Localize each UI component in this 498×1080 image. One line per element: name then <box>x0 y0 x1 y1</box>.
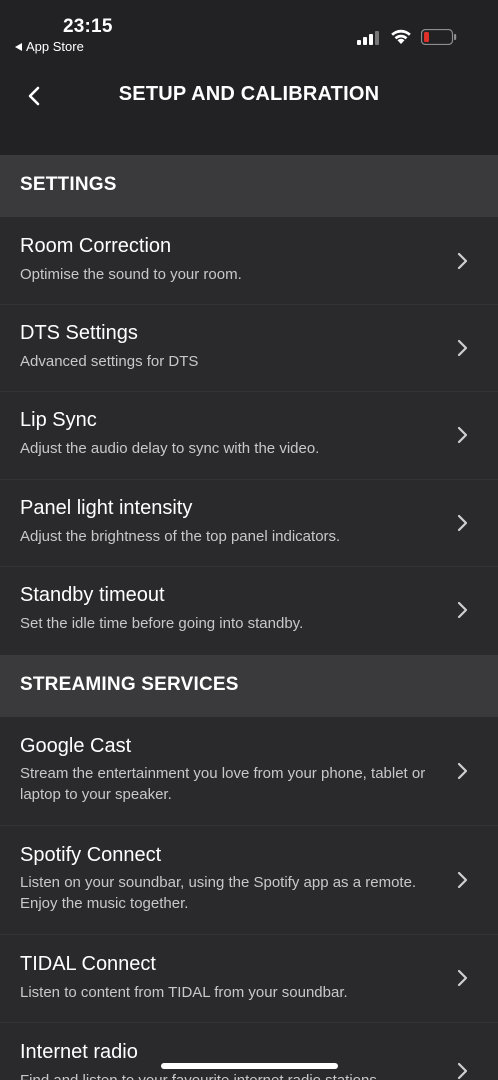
chevron-right-icon <box>457 601 468 619</box>
chevron-right-icon <box>457 871 468 889</box>
status-time: 23:15 <box>63 16 113 37</box>
back-triangle-icon <box>15 42 22 51</box>
item-title: Panel light intensity <box>20 497 193 519</box>
chevron-right-icon <box>457 426 468 444</box>
settings-item-standby-timeout[interactable]: Standby timeout Set the idle time before… <box>0 567 498 655</box>
item-subtitle: Adjust the brightness of the top panel i… <box>20 528 341 545</box>
item-subtitle: Stream the entertainment you love from y… <box>20 765 426 803</box>
item-subtitle: Set the idle time before going into stan… <box>20 615 304 632</box>
streaming-item-google-cast[interactable]: Google Cast Stream the entertainment you… <box>0 717 498 826</box>
item-title: Lip Sync <box>20 409 97 431</box>
item-subtitle: Find and listen to your favourite intern… <box>20 1070 440 1080</box>
item-subtitle: Adjust the audio delay to sync with the … <box>20 440 320 457</box>
item-subtitle: Advanced settings for DTS <box>20 353 199 370</box>
chevron-right-icon <box>457 762 468 780</box>
chevron-right-icon <box>457 969 468 987</box>
home-indicator[interactable] <box>161 1063 338 1069</box>
top-bar: 23:15 App Store SETUP AND CALIBRATION <box>0 0 498 155</box>
back-to-app-link[interactable]: App Store <box>15 39 84 54</box>
streaming-item-internet-radio[interactable]: Internet radio Find and listen to your f… <box>0 1023 498 1080</box>
page-title: SETUP AND CALIBRATION <box>118 83 380 105</box>
section-header-settings: SETTINGS <box>0 155 498 217</box>
chevron-right-icon <box>457 252 468 270</box>
item-title: Standby timeout <box>20 584 165 606</box>
section-header-streaming-services: STREAMING SERVICES <box>0 655 498 717</box>
item-title: Google Cast <box>20 735 132 757</box>
wifi-icon <box>391 29 411 44</box>
settings-item-panel-light-intensity[interactable]: Panel light intensity Adjust the brightn… <box>0 480 498 567</box>
section-title: STREAMING SERVICES <box>20 674 239 695</box>
back-app-label: App Store <box>26 39 84 54</box>
item-subtitle: Optimise the sound to your room. <box>20 266 242 283</box>
chevron-right-icon <box>457 1062 468 1080</box>
streaming-item-spotify-connect[interactable]: Spotify Connect Listen on your soundbar,… <box>0 826 498 935</box>
streaming-item-tidal-connect[interactable]: TIDAL Connect Listen to content from TID… <box>0 935 498 1023</box>
item-subtitle: Listen on your soundbar, using the Spoti… <box>20 874 417 912</box>
section-title: SETTINGS <box>20 174 117 195</box>
item-title: Internet radio <box>20 1041 138 1063</box>
item-title: TIDAL Connect <box>20 953 156 975</box>
chevron-right-icon <box>457 339 468 357</box>
chevron-right-icon <box>457 514 468 532</box>
battery-low-icon <box>421 29 457 45</box>
cellular-signal-icon <box>357 31 379 45</box>
settings-item-lip-sync[interactable]: Lip Sync Adjust the audio delay to sync … <box>0 392 498 480</box>
item-title: Room Correction <box>20 235 172 257</box>
settings-item-dts-settings[interactable]: DTS Settings Advanced settings for DTS <box>0 305 498 392</box>
item-title: DTS Settings <box>20 322 138 344</box>
item-subtitle: Listen to content from TIDAL from your s… <box>20 984 348 1001</box>
item-title: Spotify Connect <box>20 844 162 866</box>
settings-item-room-correction[interactable]: Room Correction Optimise the sound to yo… <box>0 217 498 305</box>
